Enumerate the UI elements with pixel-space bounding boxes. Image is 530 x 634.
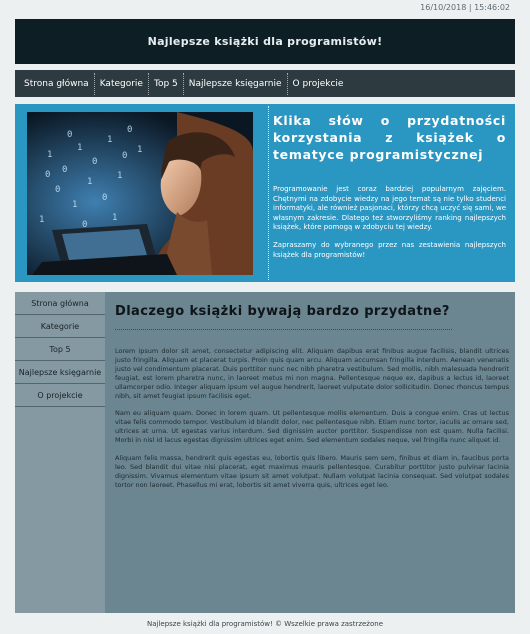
svg-text:0: 0: [122, 151, 127, 161]
site-header: Najlepsze książki dla programistów!: [15, 19, 515, 64]
article-paragraph: Lorem ipsum dolor sit amet, consectetur …: [115, 347, 509, 400]
svg-text:1: 1: [72, 200, 77, 210]
hero-paragraph-invite: Zapraszamy do wybranego przez nas zestaw…: [273, 240, 506, 259]
svg-text:0: 0: [92, 157, 97, 167]
svg-text:0: 0: [55, 185, 60, 195]
sidebar-item-about[interactable]: O projekcie: [15, 384, 105, 407]
topnav-link-categories[interactable]: Kategorie: [95, 72, 149, 95]
article-content: Dlaczego książki bywają bardzo przydatne…: [115, 292, 509, 490]
svg-text:1: 1: [107, 135, 112, 145]
topnav-link-bookstores[interactable]: Najlepsze księgarnie: [184, 72, 288, 95]
main-section: Strona główna Kategorie Top 5 Najlepsze …: [15, 292, 515, 613]
article-body: Lorem ipsum dolor sit amet, consectetur …: [115, 347, 509, 490]
topnav-link-about[interactable]: O projekcie: [288, 73, 349, 95]
top-navigation: Strona główna Kategorie Top 5 Najlepsze …: [15, 70, 515, 97]
hero-title: Klika słów o przydatności korzystania z …: [273, 113, 506, 162]
article-paragraph: Nam eu aliquam quam. Donec in lorem quam…: [115, 409, 509, 445]
sidebar-item-categories[interactable]: Kategorie: [15, 315, 105, 338]
topnav-link-home[interactable]: Strona główna: [19, 72, 95, 95]
article-heading: Dlaczego książki bywają bardzo przydatne…: [115, 304, 450, 319]
sidebar-item-home[interactable]: Strona główna: [15, 292, 105, 315]
svg-text:0: 0: [45, 170, 50, 180]
svg-text:0: 0: [102, 193, 107, 203]
site-title: Najlepsze książki dla programistów!: [147, 35, 383, 48]
heading-divider: [115, 329, 452, 330]
svg-text:0: 0: [62, 165, 67, 175]
topnav-link-top5[interactable]: Top 5: [149, 72, 184, 95]
sidebar-navigation: Strona główna Kategorie Top 5 Najlepsze …: [15, 292, 105, 613]
svg-text:1: 1: [112, 213, 117, 223]
hero-paragraph-intro: Programowanie jest coraz bardziej popula…: [273, 185, 506, 232]
sidebar-item-top5[interactable]: Top 5: [15, 338, 105, 361]
svg-text:1: 1: [117, 171, 122, 181]
site-footer: Najlepsze książki dla programistów! © Ws…: [0, 614, 530, 634]
hero-banner: 101 010 011 010 101 010 Klika słów o prz…: [15, 104, 515, 282]
svg-text:1: 1: [87, 177, 92, 187]
svg-text:0: 0: [127, 125, 132, 135]
svg-text:0: 0: [67, 130, 72, 140]
footer-copyright: Najlepsze książki dla programistów! © Ws…: [146, 620, 384, 628]
svg-text:1: 1: [77, 143, 82, 153]
svg-text:1: 1: [39, 215, 44, 225]
timestamp: 16/10/2018 | 15:46:02: [420, 3, 510, 12]
sidebar-item-bookstores[interactable]: Najlepsze księgarnie: [15, 361, 105, 384]
hero-text-panel: Klika słów o przydatności korzystania z …: [268, 106, 506, 280]
svg-text:1: 1: [137, 145, 142, 155]
svg-text:1: 1: [47, 150, 52, 160]
article-paragraph: Aliquam felis massa, hendrerit quis eges…: [115, 454, 509, 489]
hero-programmer-photo: 101 010 011 010 101 010: [27, 112, 253, 275]
